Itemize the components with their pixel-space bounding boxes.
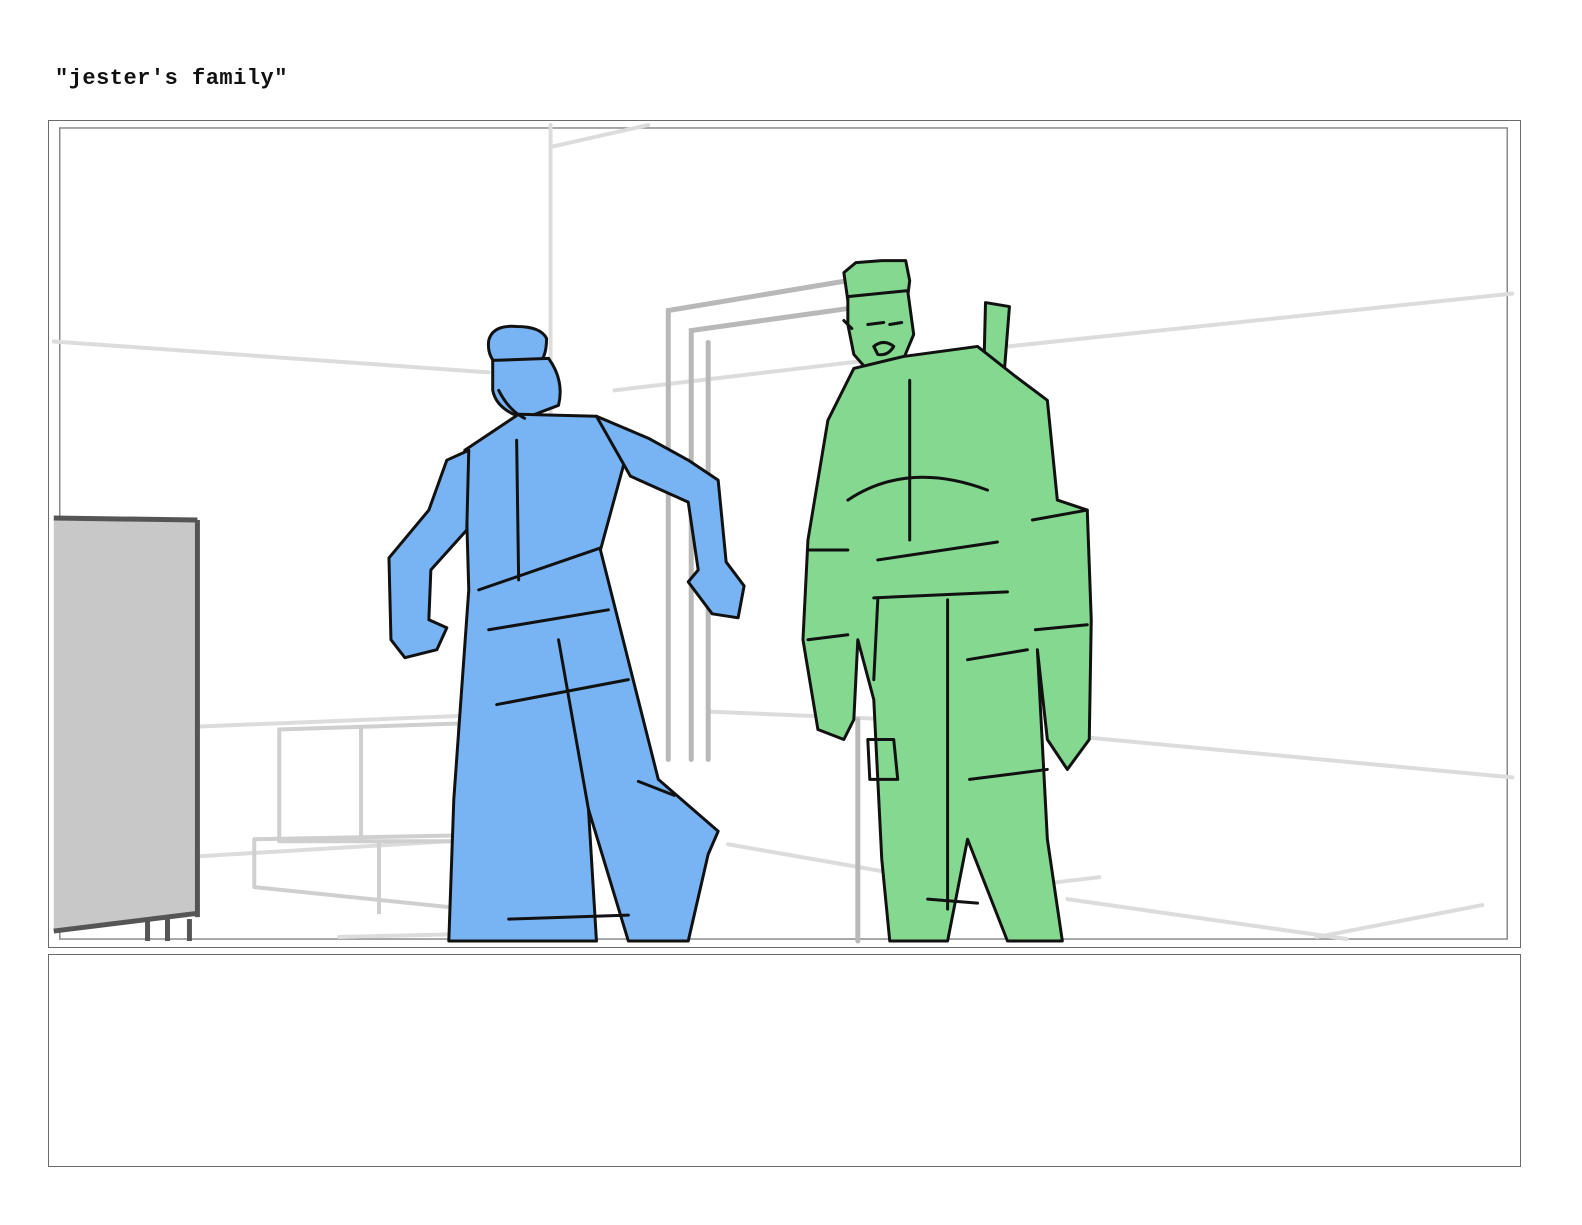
background-box	[252, 721, 471, 915]
storyboard-panel	[48, 120, 1521, 948]
panel-safe-frame	[59, 127, 1508, 940]
room-background	[51, 122, 1515, 942]
cabinet	[53, 515, 200, 942]
notes-box	[48, 954, 1521, 1167]
page-title: "jester's family"	[55, 66, 288, 91]
panel-drawing	[51, 122, 1515, 944]
